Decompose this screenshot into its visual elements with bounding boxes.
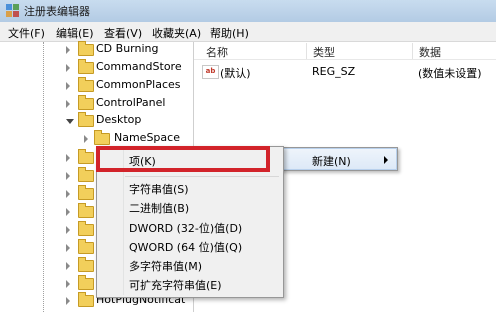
tree-item-label: ControlPanel [96, 96, 166, 109]
tree-guide-line [43, 42, 44, 312]
registry-editor-icon [6, 4, 19, 17]
menu-item-label: 新建(N) [312, 155, 351, 168]
tree-item-hidden[interactable] [66, 185, 94, 202]
expand-arrow-icon[interactable] [66, 244, 70, 252]
folder-icon [78, 292, 94, 307]
menu-item-label: 字符串值(S) [129, 183, 189, 196]
expand-arrow-icon[interactable] [66, 226, 70, 234]
expand-arrow-icon[interactable] [66, 100, 70, 108]
folder-icon [78, 95, 94, 110]
column-separator[interactable] [412, 43, 413, 59]
folder-icon [78, 221, 94, 236]
column-separator[interactable] [306, 43, 307, 59]
folder-icon [94, 130, 110, 145]
window-title: 注册表编辑器 [24, 5, 90, 18]
folder-icon [78, 257, 94, 272]
value-name: (默认) [220, 67, 251, 80]
tree-item-hidden[interactable] [66, 239, 94, 256]
tree-item-label: CommonPlaces [96, 78, 181, 91]
expand-arrow-icon[interactable] [66, 172, 70, 180]
submenu-arrow-icon [384, 156, 388, 164]
folder-icon [78, 59, 94, 74]
menu-item-expandable-string-value[interactable]: 可扩充字符串值(E) [99, 275, 281, 293]
expand-arrow-icon[interactable] [66, 190, 70, 198]
folder-icon [78, 77, 94, 92]
menu-item-binary-value[interactable]: 二进制值(B) [99, 198, 281, 216]
tree-item-hidden[interactable] [66, 221, 94, 238]
folder-open-icon [78, 112, 94, 127]
menu-favorites[interactable]: 收藏夹(A) [152, 25, 201, 41]
menu-view[interactable]: 查看(V) [104, 25, 142, 41]
menu-item-label: 多字符串值(M) [129, 260, 203, 273]
menu-item-string-value[interactable]: 字符串值(S) [99, 179, 281, 197]
tree-item-label: CommandStore [96, 60, 182, 73]
highlight-annotation-box [96, 146, 270, 172]
expand-arrow-icon[interactable] [84, 135, 88, 143]
column-header-name[interactable]: 名称 [206, 44, 228, 60]
expand-arrow-icon[interactable] [66, 64, 70, 72]
expand-arrow-icon[interactable] [66, 82, 70, 90]
menu-file[interactable]: 文件(F) [8, 25, 45, 41]
expand-arrow-icon[interactable] [66, 46, 70, 54]
tree-item-cd-burning[interactable]: CD Burning [66, 41, 191, 58]
menu-item-label: 可扩充字符串值(E) [129, 279, 222, 292]
tree-item-label: CD Burning [96, 42, 159, 55]
menu-item-dword-value[interactable]: DWORD (32-位)值(D) [99, 218, 281, 236]
header-divider [194, 59, 496, 60]
menu-edit[interactable]: 编辑(E) [56, 25, 94, 41]
folder-icon [78, 185, 94, 200]
value-type: REG_SZ [312, 65, 356, 78]
string-value-icon: ab [202, 65, 219, 79]
tree-item-hidden[interactable] [66, 257, 94, 274]
tree-item-commandstore[interactable]: CommandStore [66, 59, 191, 76]
menu-item-qword-value[interactable]: QWORD (64 位)值(Q) [99, 237, 281, 255]
menu-item-label: DWORD (32-位)值(D) [129, 222, 243, 235]
expand-arrow-icon[interactable] [66, 262, 70, 270]
menu-item-label: 二进制值(B) [129, 202, 190, 215]
tree-item-namespace[interactable]: NameSpace [84, 130, 191, 147]
tree-item-hidden[interactable] [66, 167, 94, 184]
tree-item-desktop[interactable]: Desktop [66, 112, 191, 129]
tree-item-controlpanel[interactable]: ControlPanel [66, 95, 191, 112]
expand-arrow-icon[interactable] [66, 208, 70, 216]
tree-item-label: NameSpace [114, 131, 180, 144]
menu-item-multi-string-value[interactable]: 多字符串值(M) [99, 256, 281, 274]
table-row[interactable]: ab (默认) REG_SZ (数值未设置) [202, 64, 492, 80]
value-data: (数值未设置) [418, 67, 482, 80]
title-bar: 注册表编辑器 [0, 0, 496, 23]
tree-item-hidden[interactable] [66, 275, 94, 292]
tree-item-hidden[interactable] [66, 149, 94, 166]
menu-separator [125, 176, 279, 177]
folder-icon [78, 275, 94, 290]
menu-item-new[interactable]: 新建(N) [273, 148, 397, 170]
folder-icon [78, 203, 94, 218]
new-menu: 新建(N) [272, 147, 398, 171]
expand-arrow-icon[interactable] [66, 280, 70, 288]
expand-arrow-icon[interactable] [66, 154, 70, 162]
collapse-arrow-icon[interactable] [66, 119, 74, 124]
folder-icon [78, 149, 94, 164]
folder-icon [78, 41, 94, 56]
folder-icon [78, 239, 94, 254]
expand-arrow-icon[interactable] [66, 297, 70, 305]
tree-item-label: Desktop [96, 113, 142, 126]
menu-help[interactable]: 帮助(H) [210, 25, 249, 41]
menu-item-label: QWORD (64 位)值(Q) [129, 241, 243, 254]
tree-item-hidden[interactable] [66, 203, 94, 220]
folder-icon [78, 167, 94, 182]
tree-item-commonplaces[interactable]: CommonPlaces [66, 77, 191, 94]
column-header-type[interactable]: 类型 [313, 44, 335, 60]
column-header-data[interactable]: 数据 [419, 44, 441, 60]
menu-bar: 文件(F) 编辑(E) 查看(V) 收藏夹(A) 帮助(H) [0, 22, 496, 42]
